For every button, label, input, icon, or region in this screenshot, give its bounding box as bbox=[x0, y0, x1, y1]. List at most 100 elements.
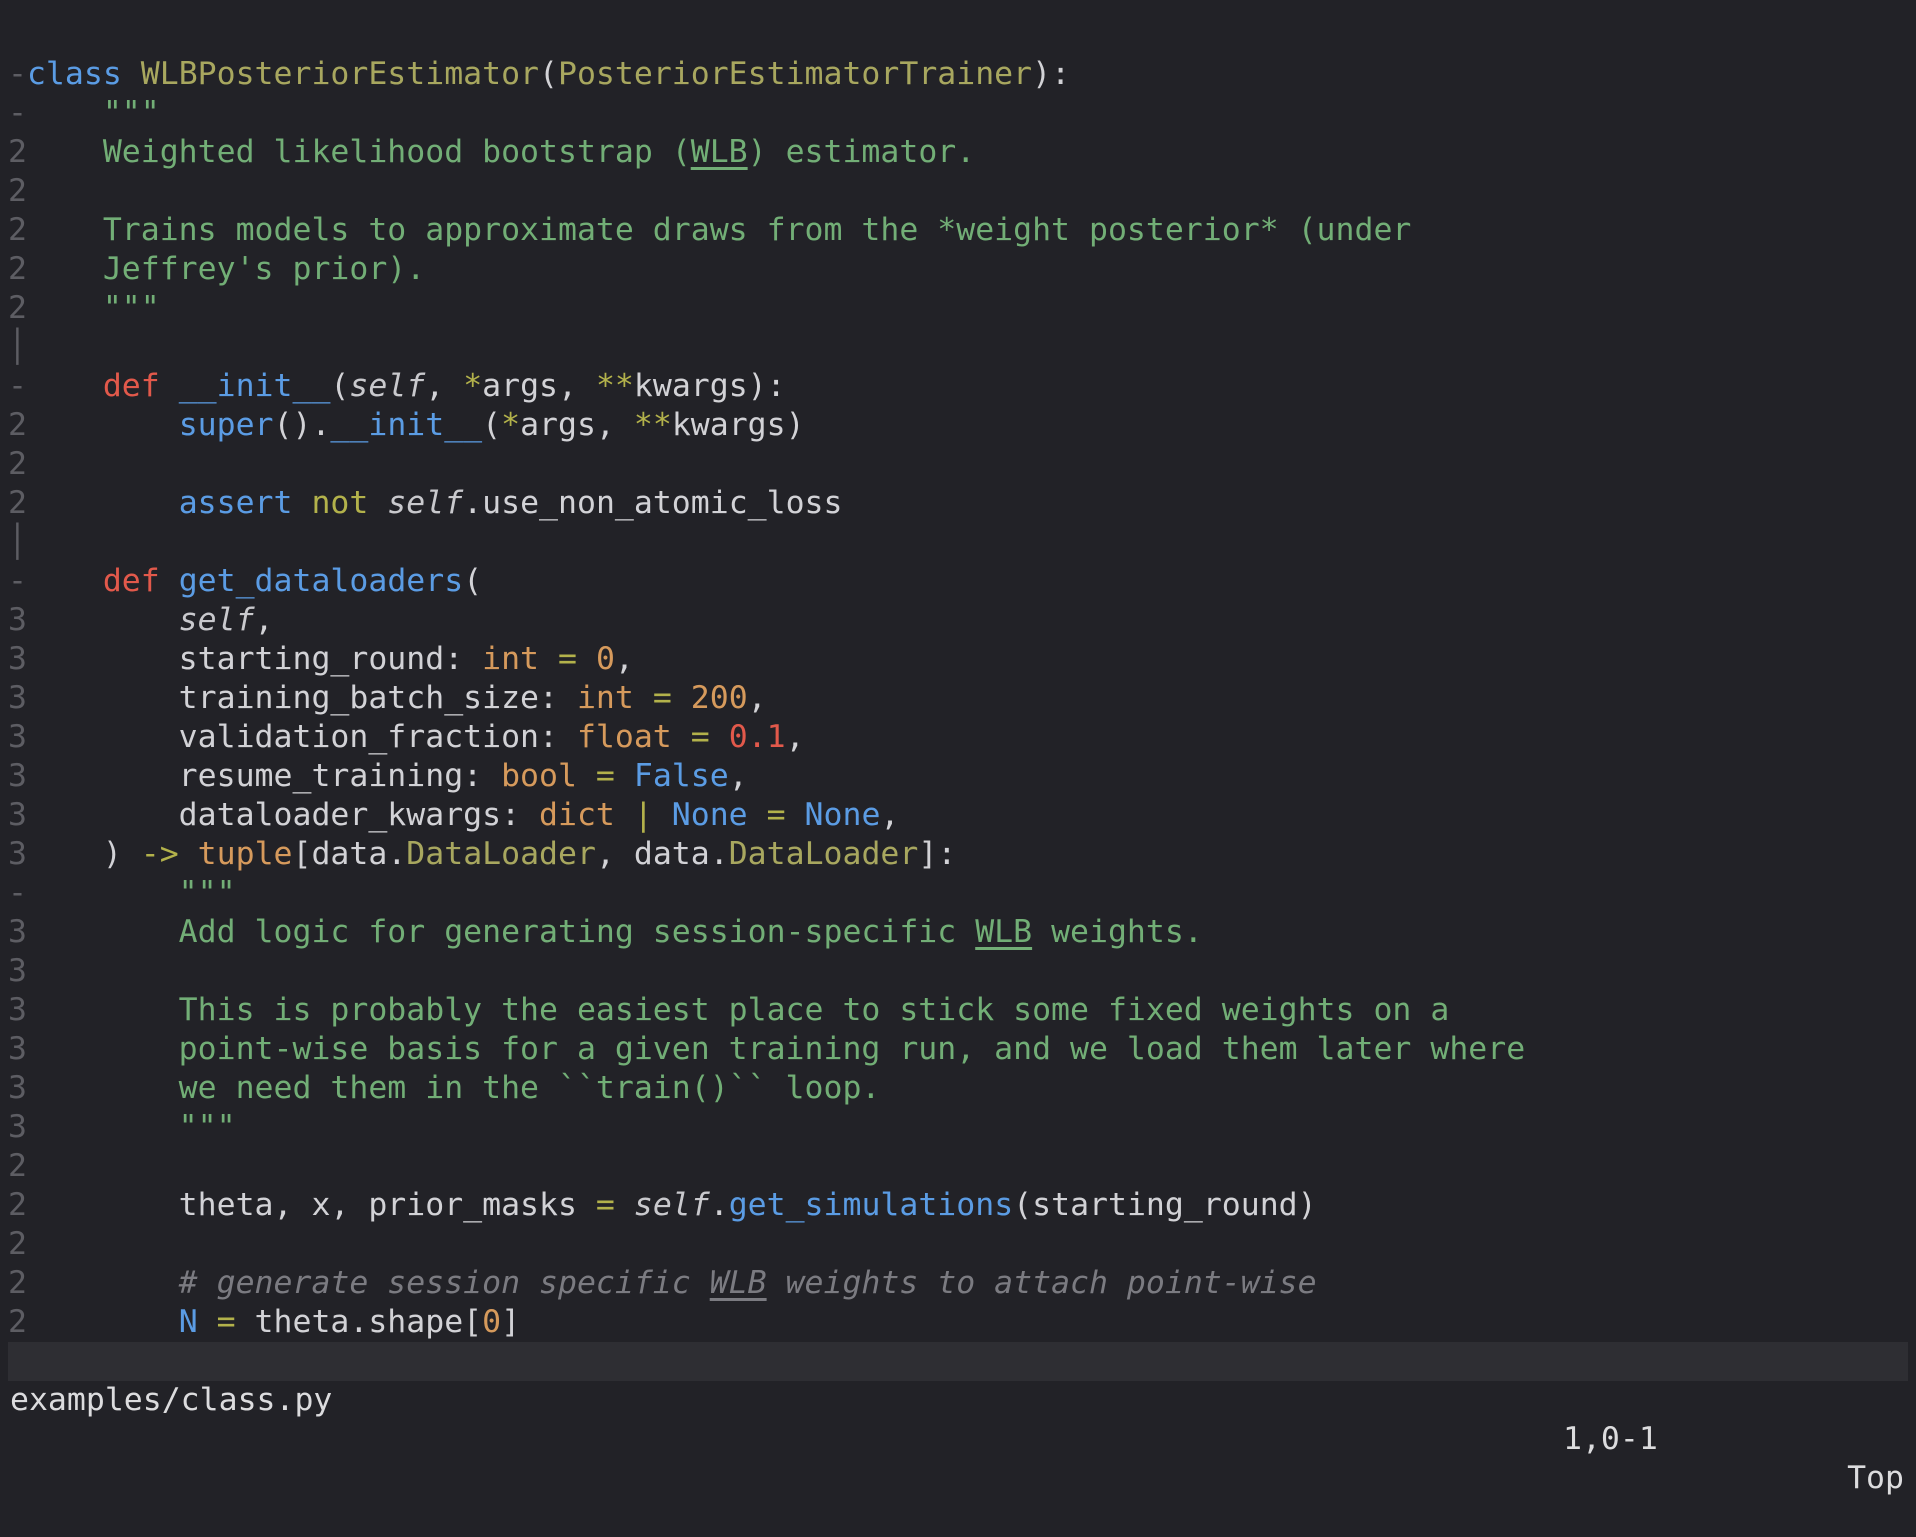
code-line: 3 bbox=[8, 952, 1525, 991]
code-token: args, bbox=[520, 407, 634, 443]
command-line bbox=[8, 1381, 1908, 1420]
code-token: None bbox=[672, 797, 748, 833]
code-token: WLBPosteriorEstimator bbox=[141, 56, 539, 92]
code-token: def bbox=[103, 368, 160, 404]
code-token: training_batch_size: bbox=[27, 680, 577, 716]
code-line: 3 ) -> tuple[data.DataLoader, data.DataL… bbox=[8, 835, 1525, 874]
code-token: N bbox=[179, 1304, 198, 1340]
fold-column-marker: 2 bbox=[8, 1187, 27, 1223]
code-token: WLB bbox=[975, 914, 1032, 950]
code-token: ) bbox=[27, 836, 141, 872]
code-token: , bbox=[786, 719, 805, 755]
fold-column-marker: 2 bbox=[8, 212, 27, 248]
code-token: = bbox=[558, 641, 577, 677]
code-token: , data. bbox=[596, 836, 729, 872]
fold-column-marker: 2 bbox=[8, 1226, 27, 1262]
code-token: weights. bbox=[1032, 914, 1203, 950]
code-line: - def __init__(self, *args, **kwargs): bbox=[8, 367, 1525, 406]
fold-column-marker: 3 bbox=[8, 602, 27, 638]
code-token: , bbox=[425, 368, 463, 404]
code-line: 2 bbox=[8, 1147, 1525, 1186]
code-line: - """ bbox=[8, 874, 1525, 913]
code-token: """ bbox=[27, 95, 160, 131]
code-line: 2 Trains models to approximate draws fro… bbox=[8, 211, 1525, 250]
code-token: self bbox=[634, 1187, 710, 1223]
code-token: WLB bbox=[710, 1265, 767, 1301]
code-line: │ bbox=[8, 328, 1525, 367]
code-token: * bbox=[463, 368, 482, 404]
code-token: None bbox=[805, 797, 881, 833]
code-token bbox=[653, 797, 672, 833]
code-token: , bbox=[748, 680, 767, 716]
code-token: ( bbox=[463, 563, 482, 599]
code-token: __init__ bbox=[330, 407, 482, 443]
code-line: 3 starting_round: int = 0, bbox=[8, 640, 1525, 679]
code-token: = bbox=[767, 797, 786, 833]
fold-column-marker: │ bbox=[8, 329, 27, 365]
code-line: 3 """ bbox=[8, 1108, 1525, 1147]
terminal-window: -class WLBPosteriorEstimator(PosteriorEs… bbox=[0, 0, 1916, 1436]
code-token: kwargs) bbox=[672, 407, 805, 443]
statusline-scroll-position: Top bbox=[1847, 1459, 1904, 1498]
code-token: This is probably the easiest place to st… bbox=[27, 992, 1449, 1028]
code-token: , bbox=[255, 602, 274, 638]
fold-column-marker: - bbox=[8, 368, 27, 404]
code-token: ]: bbox=[918, 836, 956, 872]
fold-column-marker: - bbox=[8, 875, 27, 911]
code-token: get_dataloaders bbox=[179, 563, 463, 599]
fold-column-marker: 3 bbox=[8, 641, 27, 677]
code-token bbox=[179, 836, 198, 872]
code-line: -class WLBPosteriorEstimator(PosteriorEs… bbox=[8, 55, 1525, 94]
code-token: , bbox=[615, 641, 634, 677]
fold-column-marker: 2 bbox=[8, 485, 27, 521]
code-token: DataLoader bbox=[729, 836, 919, 872]
code-token bbox=[577, 641, 596, 677]
fold-column-marker: 3 bbox=[8, 953, 27, 989]
code-token: [data. bbox=[293, 836, 407, 872]
code-token bbox=[27, 368, 103, 404]
code-line: - """ bbox=[8, 94, 1525, 133]
code-token: super bbox=[179, 407, 274, 443]
code-token: not bbox=[311, 485, 368, 521]
code-token: """ bbox=[27, 875, 236, 911]
code-token: ** bbox=[596, 368, 634, 404]
code-line: 3 Add logic for generating session-speci… bbox=[8, 913, 1525, 952]
code-token: tuple bbox=[198, 836, 293, 872]
code-token: Weighted likelihood bootstrap ( bbox=[27, 134, 691, 170]
code-line: 2 """ bbox=[8, 289, 1525, 328]
editor-buffer[interactable]: -class WLBPosteriorEstimator(PosteriorEs… bbox=[8, 16, 1525, 1342]
code-token bbox=[160, 563, 179, 599]
code-token: """ bbox=[27, 1109, 236, 1145]
code-token: ( bbox=[330, 368, 349, 404]
fold-column-marker: 2 bbox=[8, 134, 27, 170]
code-token bbox=[577, 758, 596, 794]
code-token: WLB bbox=[691, 134, 748, 170]
code-token: self bbox=[349, 368, 425, 404]
code-token: we need them in the ``train()`` loop. bbox=[27, 1070, 880, 1106]
code-token: int bbox=[577, 680, 634, 716]
code-token: args, bbox=[482, 368, 596, 404]
fold-column-marker: 3 bbox=[8, 1070, 27, 1106]
code-token: = bbox=[217, 1304, 236, 1340]
code-token bbox=[615, 1187, 634, 1223]
code-token: , bbox=[729, 758, 748, 794]
code-line: │ bbox=[8, 523, 1525, 562]
code-token: False bbox=[634, 758, 729, 794]
code-token: class bbox=[27, 56, 122, 92]
code-line: 2 Jeffrey's prior). bbox=[8, 250, 1525, 289]
fold-column-marker: 2 bbox=[8, 290, 27, 326]
code-line: 3 point-wise basis for a given training … bbox=[8, 1030, 1525, 1069]
code-line: - def get_dataloaders( bbox=[8, 562, 1525, 601]
fold-column-marker: 2 bbox=[8, 1265, 27, 1301]
code-token: bool bbox=[501, 758, 577, 794]
code-token: , bbox=[880, 797, 899, 833]
code-token: ): bbox=[1032, 56, 1070, 92]
code-token bbox=[615, 797, 634, 833]
code-token: def bbox=[103, 563, 160, 599]
fold-column-marker: 3 bbox=[8, 1031, 27, 1067]
code-token: ( bbox=[539, 56, 558, 92]
code-token: float bbox=[577, 719, 672, 755]
code-token bbox=[786, 797, 805, 833]
code-line: 3 resume_training: bool = False, bbox=[8, 757, 1525, 796]
code-line: 2 bbox=[8, 445, 1525, 484]
